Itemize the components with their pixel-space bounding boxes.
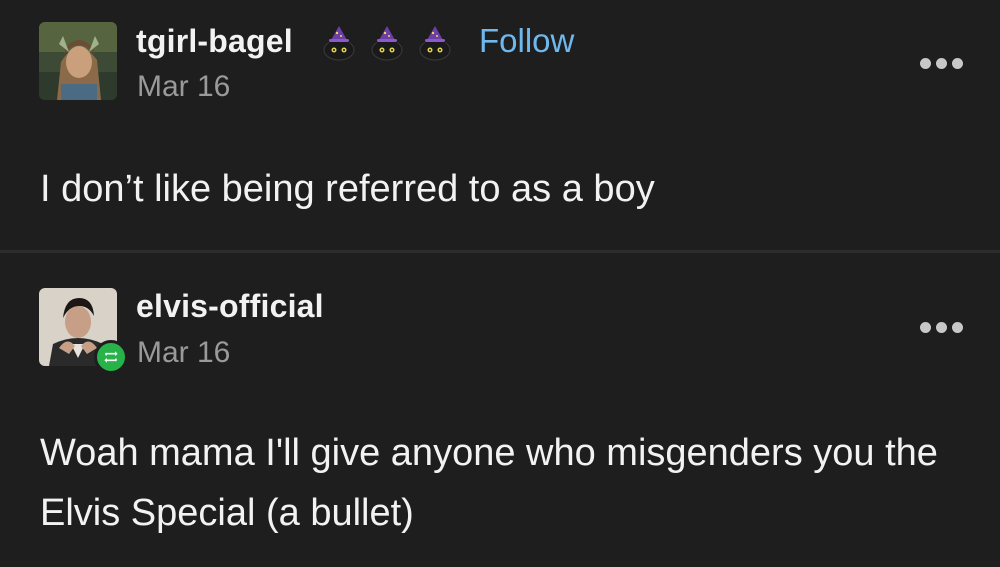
avatar[interactable] bbox=[39, 22, 117, 100]
username[interactable]: elvis-official bbox=[136, 288, 324, 325]
post-date[interactable]: Mar 16 bbox=[137, 336, 230, 370]
witch-cat-badge-icon bbox=[323, 26, 355, 61]
more-options-icon[interactable] bbox=[920, 58, 963, 69]
badges bbox=[320, 24, 454, 62]
post-elvis-official: elvis-official Mar 16 Woah mama I'll giv… bbox=[0, 253, 1000, 567]
witch-cat-badge-icon bbox=[419, 26, 451, 61]
username[interactable]: tgirl-bagel bbox=[136, 23, 293, 60]
post-body: I don’t like being referred to as a boy bbox=[40, 168, 655, 210]
follow-button[interactable]: Follow bbox=[479, 22, 574, 60]
post-tgirl-bagel: tgirl-bagel Follow Mar 16 I don’t like b… bbox=[0, 0, 1000, 250]
post-body: Woah mama I'll give anyone who misgender… bbox=[40, 432, 938, 534]
more-options-icon[interactable] bbox=[920, 322, 963, 333]
avatar-image bbox=[39, 22, 117, 100]
witch-cat-badge-icon bbox=[371, 26, 403, 61]
post-date[interactable]: Mar 16 bbox=[137, 70, 230, 104]
reblog-icon bbox=[94, 340, 128, 374]
